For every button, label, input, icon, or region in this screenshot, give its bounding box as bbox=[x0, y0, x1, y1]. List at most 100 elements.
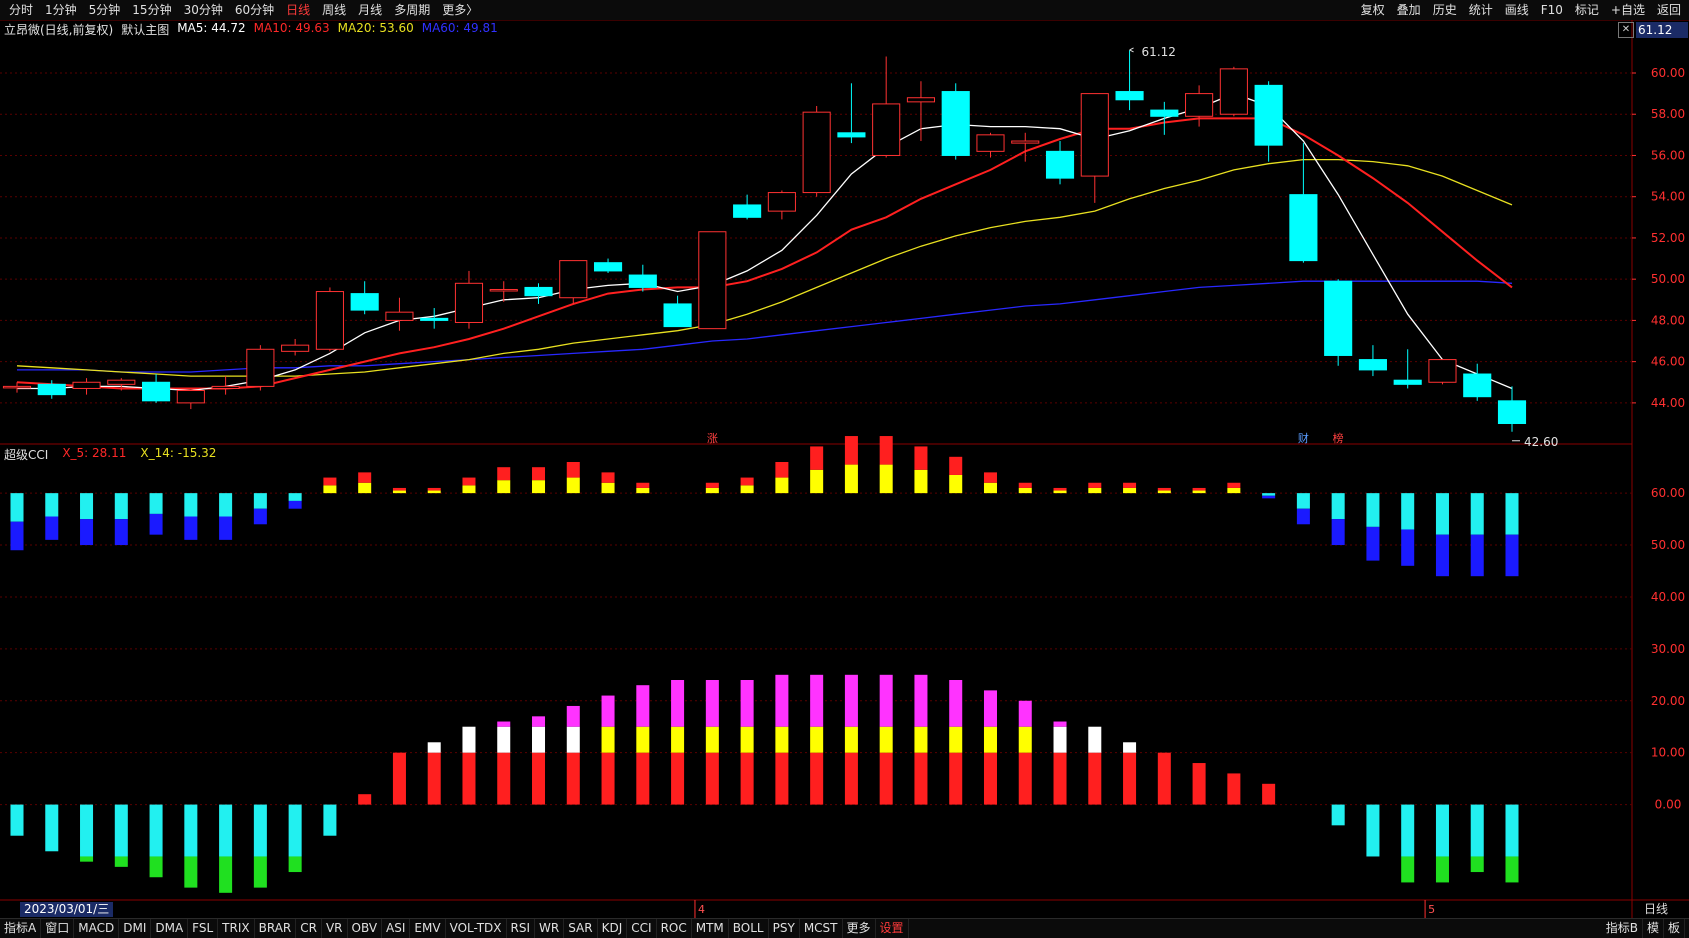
indicator-tab-16[interactable]: SAR bbox=[564, 919, 598, 938]
candle-body bbox=[385, 311, 414, 321]
indicator-tab-11[interactable]: ASI bbox=[382, 919, 411, 938]
indicator-tab-20[interactable]: MTM bbox=[692, 919, 729, 938]
x14-bar bbox=[983, 726, 997, 753]
x5-value: X_5: 28.11 bbox=[62, 446, 127, 460]
indicator-tab-9[interactable]: VR bbox=[322, 919, 348, 938]
x14-bar bbox=[810, 752, 824, 805]
x14-bar bbox=[1018, 726, 1032, 753]
hist-bar bbox=[1331, 519, 1345, 546]
indicator-name[interactable]: 超级CCI bbox=[4, 446, 48, 462]
indicator-tab-6[interactable]: TRIX bbox=[218, 919, 255, 938]
indicator-tab-right-0[interactable]: 指标B bbox=[1602, 919, 1643, 938]
indicator-tab-7[interactable]: BRAR bbox=[255, 919, 297, 938]
indicator-tab-23[interactable]: MCST bbox=[800, 919, 843, 938]
hist-bar bbox=[1192, 487, 1206, 491]
x14-bar bbox=[1470, 856, 1484, 873]
x14-bar bbox=[983, 752, 997, 805]
month-label: 5 bbox=[1428, 903, 1435, 916]
indicator-tab-1[interactable]: 窗口 bbox=[41, 919, 75, 938]
x14-bar bbox=[532, 726, 546, 753]
x14-bar bbox=[671, 752, 685, 805]
x14-bar bbox=[462, 752, 476, 805]
candle-body bbox=[976, 134, 1005, 152]
x14-bar bbox=[149, 804, 163, 857]
hist-bar bbox=[323, 485, 337, 494]
x14-bar bbox=[184, 804, 198, 857]
hist-bar bbox=[1366, 493, 1380, 527]
hist-bar bbox=[219, 516, 233, 540]
candle-body bbox=[420, 317, 449, 321]
ma5-value: MA5: 44.72 bbox=[177, 21, 246, 35]
indicator-tab-12[interactable]: EMV bbox=[410, 919, 446, 938]
sub-ytick-label: 20.00 bbox=[1651, 694, 1685, 708]
hist-bar bbox=[775, 477, 789, 494]
indicator-tab-10[interactable]: OBV bbox=[348, 919, 383, 938]
indicator-tab-22[interactable]: PSY bbox=[769, 919, 800, 938]
candle-body bbox=[524, 286, 553, 297]
hist-bar bbox=[1401, 529, 1415, 566]
x14-bar bbox=[740, 726, 754, 753]
hist-bar bbox=[1018, 482, 1032, 488]
indicator-tab-18[interactable]: CCI bbox=[627, 919, 657, 938]
indicator-tabbar: 指标A 窗口 MACD DMI DMA FSL TRIX BRAR CR VR OBV ASI EMV V… bbox=[0, 918, 1689, 938]
low-label: 42.60 bbox=[1524, 435, 1558, 449]
indicator-tab-25[interactable]: 设置 bbox=[876, 919, 909, 938]
main-ytick-label: 44.00 bbox=[1651, 396, 1685, 410]
close-icon[interactable]: ✕ bbox=[1618, 22, 1634, 38]
candle-body bbox=[1428, 359, 1457, 383]
hist-bar bbox=[184, 493, 198, 517]
hist-bar bbox=[601, 482, 615, 494]
x14-bar bbox=[636, 752, 650, 805]
candle-body bbox=[1358, 359, 1387, 371]
indicator-tab-3[interactable]: DMI bbox=[119, 919, 152, 938]
x14-bar bbox=[1505, 856, 1519, 883]
indicator-tab-19[interactable]: ROC bbox=[657, 919, 692, 938]
x14-bar bbox=[879, 674, 893, 727]
main-ytick-label: 46.00 bbox=[1651, 355, 1685, 369]
candle-body bbox=[941, 91, 970, 156]
hist-bar bbox=[80, 519, 94, 546]
x14-bar bbox=[705, 726, 719, 753]
indicator-tab-13[interactable]: VOL-TDX bbox=[446, 919, 507, 938]
hist-bar bbox=[323, 477, 337, 486]
hist-bar bbox=[705, 482, 719, 488]
candle-body bbox=[1115, 91, 1144, 101]
sub-ytick-label: 60.00 bbox=[1651, 486, 1685, 500]
indicator-tab-2[interactable]: MACD bbox=[74, 919, 120, 938]
chart-canvas[interactable]: 60.0058.0056.0054.0052.0050.0048.0046.00… bbox=[0, 0, 1689, 937]
indicator-tab-15[interactable]: WR bbox=[535, 919, 565, 938]
hist-bar bbox=[497, 467, 511, 481]
period-label: 日线 bbox=[1644, 902, 1669, 916]
indicator-tab-24[interactable]: 更多 bbox=[843, 919, 876, 938]
x14-bar bbox=[45, 804, 59, 852]
candle-body bbox=[1219, 68, 1248, 115]
hist-bar bbox=[1157, 487, 1171, 491]
x14-bar bbox=[1262, 783, 1276, 805]
indicator-tab-right-1[interactable]: 模 bbox=[1643, 919, 1664, 938]
indicator-tab-8[interactable]: CR bbox=[296, 919, 322, 938]
x14-bar bbox=[80, 856, 94, 862]
candle-body bbox=[37, 383, 66, 396]
x14-bar bbox=[358, 794, 372, 805]
indicator-tab-4[interactable]: DMA bbox=[151, 919, 189, 938]
x14-bar bbox=[566, 705, 580, 727]
indicator-tabs: 指标A 窗口 MACD DMI DMA FSL TRIX BRAR CR VR OBV ASI EMV V… bbox=[0, 919, 909, 938]
x14-bar bbox=[636, 685, 650, 727]
indicator-tab-0[interactable]: 指标A bbox=[0, 919, 42, 938]
indicator-tab-17[interactable]: KDJ bbox=[598, 919, 628, 938]
indicator-tab-right-2[interactable]: 板 bbox=[1664, 919, 1685, 938]
candle-body bbox=[1150, 109, 1179, 117]
x14-bar bbox=[775, 674, 789, 727]
indicator-tab-14[interactable]: RSI bbox=[507, 919, 536, 938]
hist-bar bbox=[740, 477, 754, 486]
candle-body bbox=[107, 379, 136, 385]
indicator-tab-5[interactable]: FSL bbox=[188, 919, 219, 938]
x14-bar bbox=[983, 690, 997, 727]
x14-bar bbox=[288, 856, 302, 873]
chart-name[interactable]: 默认主图 bbox=[121, 21, 169, 37]
hist-bar bbox=[810, 469, 824, 494]
candle-body bbox=[837, 132, 866, 138]
candle-body bbox=[559, 260, 588, 299]
x14-bar bbox=[775, 726, 789, 753]
indicator-tab-21[interactable]: BOLL bbox=[729, 919, 769, 938]
